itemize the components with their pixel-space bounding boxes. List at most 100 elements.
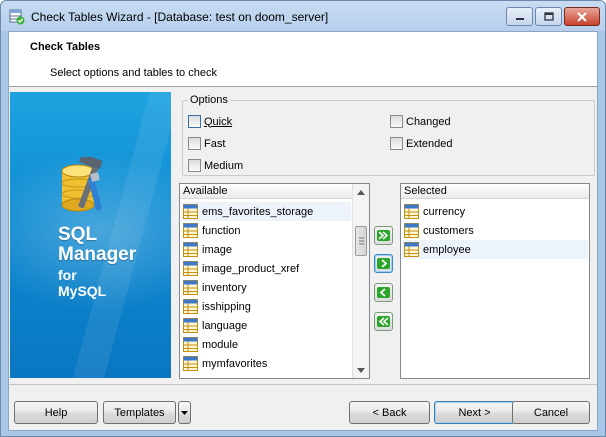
wizard-content: Check Tables Select options and tables t… (8, 31, 598, 431)
changed-label: Changed (406, 115, 451, 128)
close-icon (577, 11, 587, 22)
table-name: image (202, 243, 232, 256)
table-list-item[interactable]: isshipping (181, 297, 351, 316)
table-list-item[interactable]: function (181, 221, 351, 240)
available-header: Available (180, 184, 352, 199)
move-all-right-button[interactable] (374, 226, 393, 245)
available-scrollbar[interactable] (352, 184, 369, 378)
brand-line-1: SQL (58, 224, 98, 245)
medium-checkbox[interactable]: Medium (188, 159, 243, 172)
close-button[interactable] (564, 7, 600, 26)
options-group: Options Quick Fast Medium Changed Extend… (182, 94, 595, 176)
fast-checkbox[interactable]: Fast (188, 137, 225, 150)
back-label: < Back (372, 406, 407, 419)
chevron-down-icon (357, 367, 365, 373)
maximize-button[interactable] (535, 7, 562, 26)
move-right-button[interactable] (374, 254, 393, 273)
extended-checkbox[interactable]: Extended (390, 137, 452, 150)
table-name: image_product_xref (202, 262, 300, 275)
next-button[interactable]: Next > (434, 401, 515, 424)
page-subtitle: Select options and tables to check (50, 67, 217, 79)
table-name: customers (423, 224, 474, 237)
move-left-button[interactable] (374, 283, 393, 302)
database-tools-icon (61, 157, 103, 212)
table-name: language (202, 319, 248, 332)
table-icon (183, 318, 198, 333)
wizard-header: Check Tables Select options and tables t… (9, 32, 597, 87)
table-list-item[interactable]: customers (402, 221, 588, 240)
selected-header: Selected (401, 184, 589, 199)
table-icon (183, 204, 198, 219)
table-icon (183, 223, 198, 238)
right-arrow-icon (377, 258, 390, 269)
table-icon (183, 299, 198, 314)
table-icon (183, 280, 198, 295)
table-name: module (202, 338, 239, 351)
wizard-window: Check Tables Wizard - [Database: test on… (0, 0, 606, 437)
options-legend: Options (188, 94, 230, 106)
table-list-item[interactable]: language (181, 316, 351, 335)
table-list-item[interactable]: image (181, 240, 351, 259)
table-icon (183, 337, 198, 352)
checkbox-box (390, 137, 403, 150)
table-list-item[interactable]: module (181, 335, 351, 354)
title-bar[interactable]: Check Tables Wizard - [Database: test on… (1, 1, 605, 31)
help-button[interactable]: Help (14, 401, 98, 424)
selected-tables-list[interactable]: Selected currency customers employee (400, 183, 590, 379)
table-name: mymfavorites (202, 357, 268, 370)
table-icon (404, 204, 419, 219)
double-right-arrow-icon (377, 230, 390, 241)
table-list-item[interactable]: mymfavorites (181, 354, 351, 373)
brand-line-2: Manager (58, 244, 137, 265)
move-all-left-button[interactable] (374, 312, 393, 331)
product-banner: SQL Manager for MySQL (10, 92, 171, 378)
scroll-thumb[interactable] (355, 226, 367, 256)
app-icon (9, 9, 25, 25)
medium-label: Medium (204, 159, 244, 172)
extended-label: Extended (406, 137, 453, 150)
available-tables-list[interactable]: Available ems_favorites_storage function i… (179, 183, 370, 379)
table-name: isshipping (202, 300, 251, 313)
checkbox-box (188, 115, 201, 128)
table-icon (183, 261, 198, 276)
table-icon (183, 356, 198, 371)
table-icon (404, 242, 419, 257)
brand-line-4: MySQL (58, 283, 107, 299)
brand-line-3: for (58, 267, 77, 283)
checkbox-box (390, 115, 403, 128)
window-title: Check Tables Wizard - [Database: test on… (31, 10, 329, 24)
fast-label: Fast (204, 137, 226, 150)
help-label: Help (44, 406, 68, 419)
table-name: ems_favorites_storage (202, 205, 314, 218)
table-list-item[interactable]: image_product_xref (181, 259, 351, 278)
next-label: Next > (458, 406, 491, 419)
changed-checkbox[interactable]: Changed (390, 115, 451, 128)
chevron-down-icon (181, 410, 188, 415)
minimize-button[interactable] (506, 7, 533, 26)
table-name: inventory (202, 281, 247, 294)
templates-label: Templates (114, 406, 165, 419)
cancel-label: Cancel (533, 406, 569, 419)
templates-button[interactable]: Templates (103, 401, 176, 424)
checkbox-box (188, 137, 201, 150)
table-name: function (202, 224, 241, 237)
wizard-footer: Help Templates < Back Next > Cancel (9, 384, 597, 430)
left-arrow-icon (377, 287, 390, 298)
table-list-item[interactable]: currency (402, 202, 588, 221)
templates-dropdown-button[interactable] (178, 401, 191, 424)
quick-checkbox[interactable]: Quick (188, 115, 232, 128)
scroll-down-button[interactable] (353, 362, 369, 378)
table-list-item[interactable]: employee (402, 240, 588, 259)
table-icon (183, 242, 198, 257)
cancel-button[interactable]: Cancel (512, 401, 590, 424)
table-name: employee (423, 243, 471, 256)
double-left-arrow-icon (377, 316, 390, 327)
maximize-icon (543, 12, 554, 21)
back-button[interactable]: < Back (349, 401, 430, 424)
table-list-item[interactable]: inventory (181, 278, 351, 297)
scroll-up-button[interactable] (353, 184, 369, 200)
table-icon (404, 223, 419, 238)
quick-label: Quick (204, 115, 233, 128)
table-list-item[interactable]: ems_favorites_storage (181, 202, 351, 221)
checkbox-box (188, 159, 201, 172)
